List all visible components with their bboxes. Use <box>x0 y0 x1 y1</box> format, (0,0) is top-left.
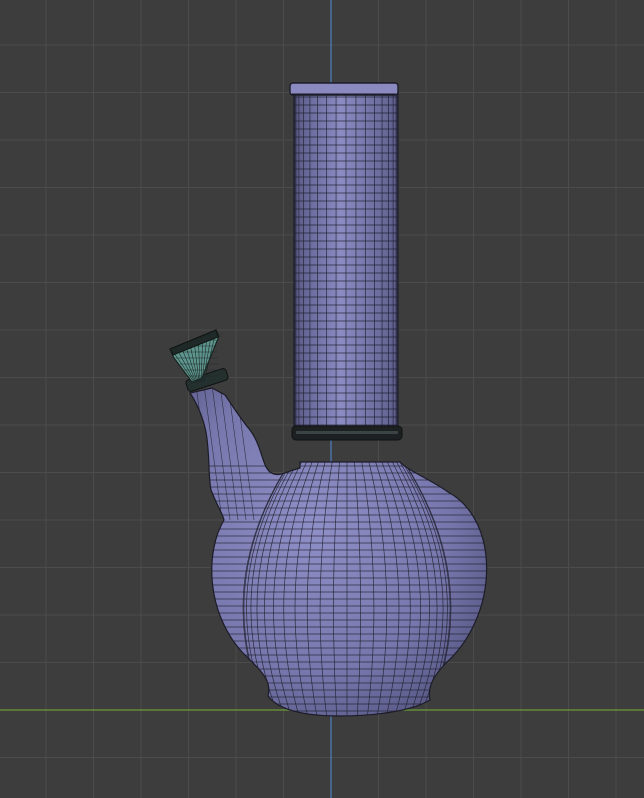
bong-body[interactable] <box>180 82 500 720</box>
3d-viewport[interactable] <box>0 0 644 798</box>
downstem-bowl[interactable] <box>165 329 229 392</box>
bong-mouthpiece-lip <box>289 82 399 96</box>
bong-seal-ring-highlight <box>296 431 398 434</box>
viewport-canvas[interactable] <box>0 0 644 798</box>
